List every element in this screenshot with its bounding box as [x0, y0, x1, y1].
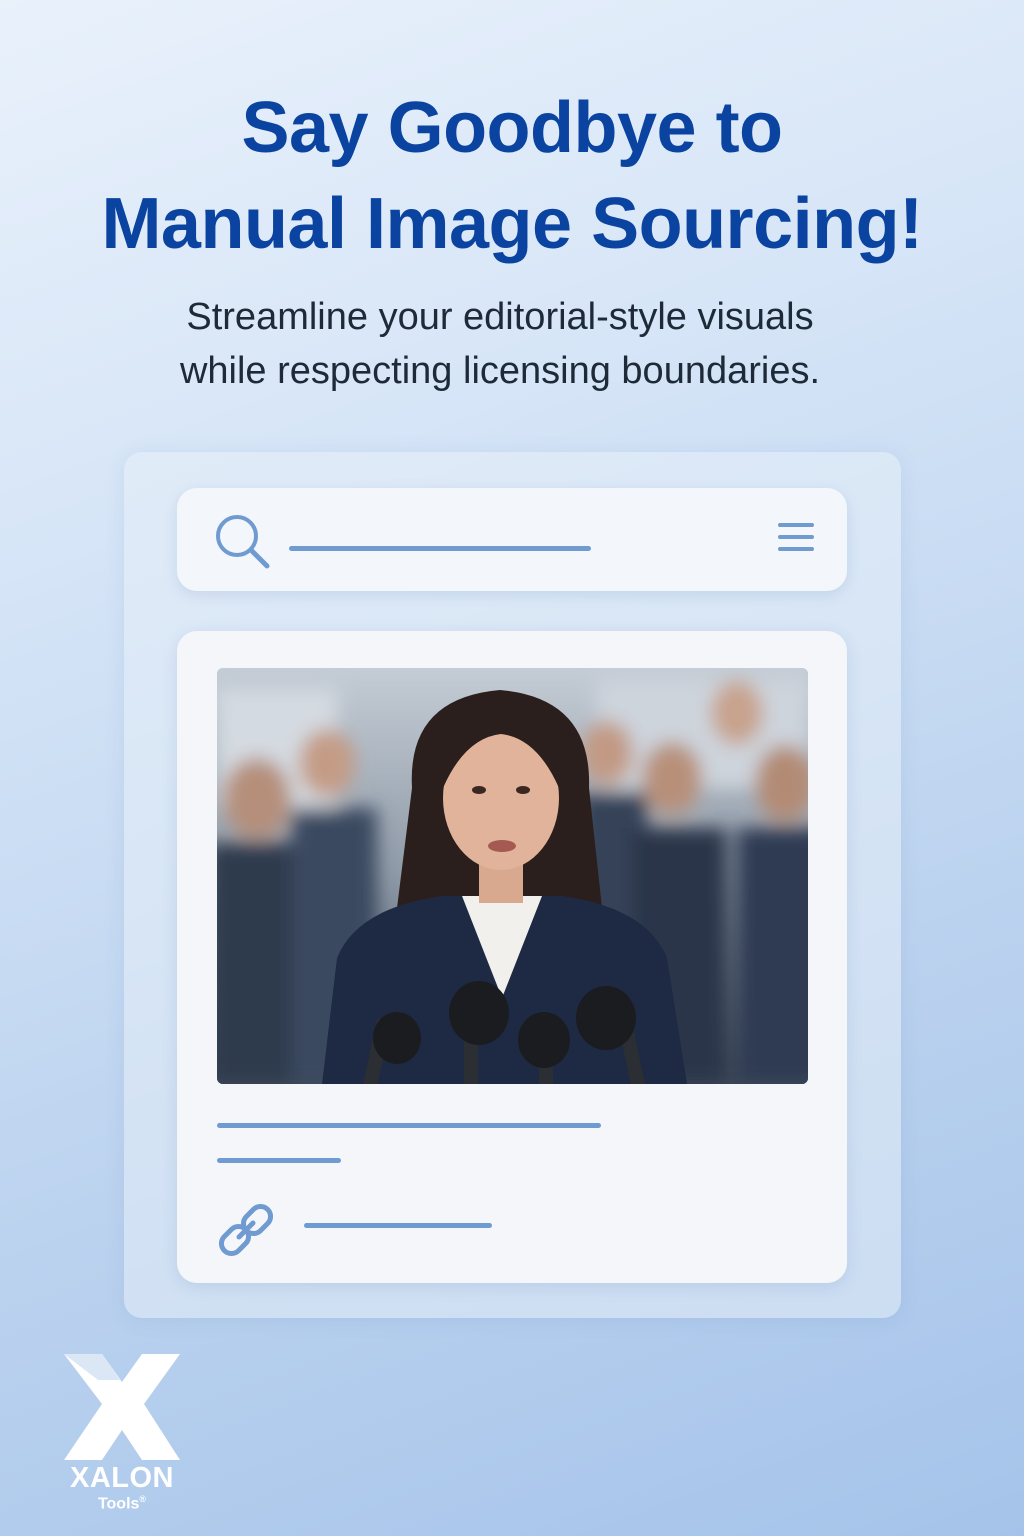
search-icon[interactable] — [213, 512, 271, 570]
brand-subtitle-text: Tools — [97, 1495, 140, 1513]
xalon-x-logo-icon — [64, 1354, 180, 1460]
subheadline: Streamline your editorial-style visuals … — [0, 290, 1000, 398]
headline-line-2: Manual Image Sourcing! — [101, 184, 923, 264]
link-icon[interactable] — [219, 1203, 273, 1257]
brand-registered-mark: ® — [139, 1494, 147, 1504]
image-result-card[interactable] — [177, 631, 847, 1283]
subheadline-line-2: while respecting licensing boundaries. — [179, 350, 821, 392]
search-bar[interactable] — [177, 488, 847, 591]
headline: Say Goodbye to Manual Image Sourcing! — [0, 80, 1024, 272]
caption-placeholder-line-short — [217, 1158, 341, 1163]
brand-subtitle: Tools® — [60, 1494, 184, 1513]
brand-logo: XALON Tools® — [60, 1350, 184, 1513]
source-link-placeholder-line[interactable] — [304, 1223, 492, 1228]
headline-line-1: Say Goodbye to — [241, 88, 783, 168]
result-photo[interactable] — [217, 668, 808, 1084]
caption-placeholder-line — [217, 1123, 601, 1128]
hamburger-menu-icon[interactable] — [777, 520, 815, 554]
search-query-placeholder-line[interactable] — [289, 546, 591, 551]
subheadline-line-1: Streamline your editorial-style visuals — [186, 296, 814, 338]
press-conference-photo-illustration — [217, 668, 808, 1084]
brand-name: XALON — [70, 1462, 174, 1494]
